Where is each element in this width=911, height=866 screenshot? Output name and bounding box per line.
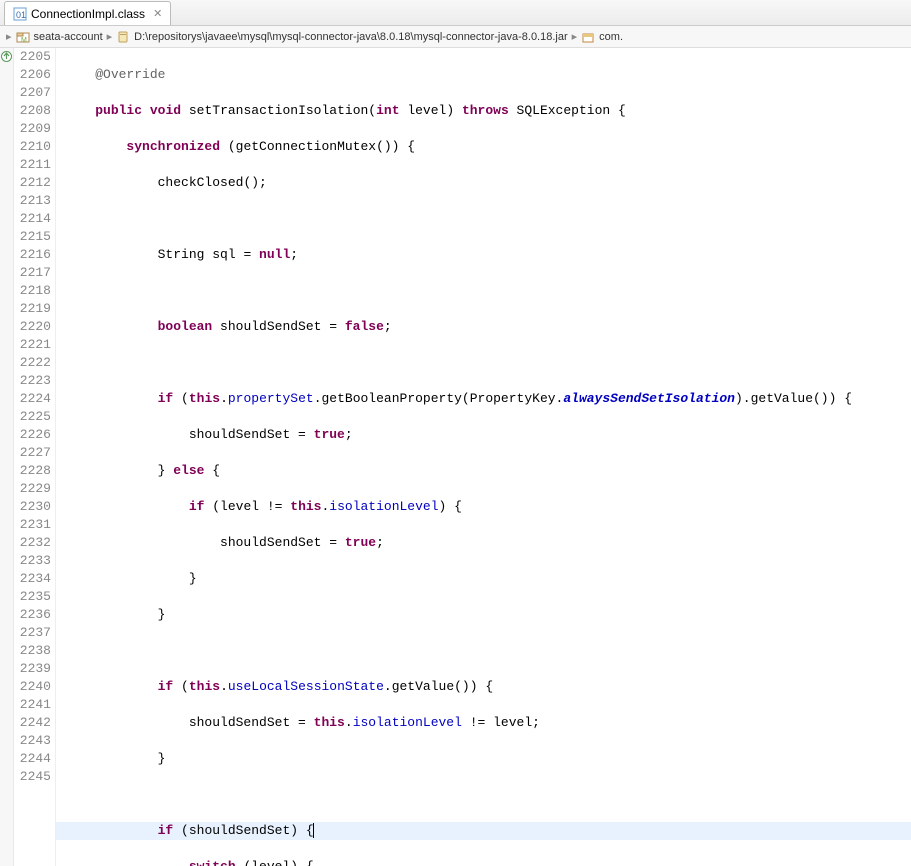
package-icon [581, 30, 595, 44]
code-area[interactable]: @Override public void setTransactionIsol… [56, 48, 911, 866]
breadcrumb[interactable]: ▸ M seata-account ▸ D:\repositorys\javae… [0, 26, 911, 48]
code-editor[interactable]: 2205220622072208220922102211221222132214… [0, 48, 911, 866]
annotation: @Override [95, 67, 165, 82]
marker-column [0, 48, 14, 866]
close-icon[interactable]: ✕ [153, 7, 162, 20]
chevron-right-icon: ▸ [107, 30, 113, 43]
svg-text:M: M [21, 37, 27, 44]
jar-icon [116, 30, 130, 44]
text-cursor [313, 823, 314, 838]
project-icon: M [16, 30, 30, 44]
chevron-right-icon: ▸ [572, 30, 578, 43]
tab-title: ConnectionImpl.class [31, 7, 145, 21]
breadcrumb-jar[interactable]: D:\repositorys\javaee\mysql\mysql-connec… [134, 31, 567, 43]
class-file-icon: 01 [13, 7, 27, 21]
tab-bar: 01 ConnectionImpl.class ✕ [0, 0, 911, 26]
editor-tab[interactable]: 01 ConnectionImpl.class ✕ [4, 1, 171, 25]
current-line: if (shouldSendSet) { [56, 822, 911, 840]
override-marker-icon[interactable] [1, 51, 12, 62]
breadcrumb-project[interactable]: seata-account [34, 31, 103, 43]
svg-text:01: 01 [16, 10, 26, 20]
chevron-right-icon: ▸ [6, 30, 12, 43]
breadcrumb-package[interactable]: com. [599, 31, 623, 43]
line-number-gutter: 2205220622072208220922102211221222132214… [14, 48, 56, 866]
